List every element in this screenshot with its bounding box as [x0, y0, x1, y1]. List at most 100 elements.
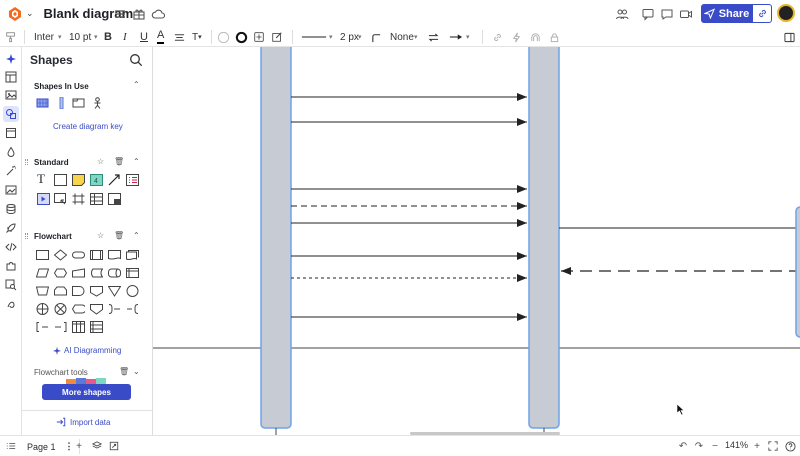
shape-sticky-note[interactable]	[72, 173, 85, 186]
data-link-icon[interactable]	[530, 27, 541, 47]
import-data-button[interactable]: Import data	[56, 417, 110, 427]
fill-drop-icon[interactable]	[3, 144, 19, 160]
integration-icon[interactable]	[3, 296, 19, 312]
connector-style-icon[interactable]	[371, 27, 382, 47]
lifeline-activation-right[interactable]	[528, 47, 560, 429]
page-list-icon[interactable]	[4, 439, 18, 453]
lightning-icon[interactable]	[511, 27, 522, 47]
zoom-out-icon[interactable]: −	[708, 439, 722, 453]
flow-delay[interactable]	[72, 284, 85, 296]
shape-hotspot[interactable]	[54, 192, 67, 205]
drag-handle-icon[interactable]	[25, 233, 28, 239]
swap-ends-icon[interactable]	[427, 27, 440, 47]
copy-link-button[interactable]	[752, 4, 772, 23]
shape-options-icon[interactable]	[253, 27, 265, 47]
shape-card-table[interactable]	[108, 192, 121, 205]
magic-wand-icon[interactable]	[3, 163, 19, 179]
cloud-saved-icon[interactable]	[150, 6, 166, 22]
zoom-in-icon[interactable]: +	[750, 439, 764, 453]
chevron-down-icon[interactable]: ⌄	[26, 8, 34, 19]
flow-direct-data[interactable]	[108, 266, 121, 278]
font-size-select[interactable]: 10 pt	[69, 27, 91, 47]
create-diagram-key-link[interactable]: Create diagram key	[53, 122, 123, 131]
expand-chevron-icon[interactable]: ⌄	[133, 367, 140, 376]
panel-toggle-icon[interactable]	[784, 27, 795, 47]
ai-diagramming-link[interactable]: AI Diagramming	[53, 346, 121, 355]
comment-icon[interactable]	[640, 6, 656, 22]
help-icon[interactable]	[783, 439, 797, 453]
diagram-canvas[interactable]	[153, 47, 800, 435]
lifeline-activation-left[interactable]	[260, 47, 292, 429]
share-button[interactable]: Share	[701, 4, 752, 23]
search-icon[interactable]	[129, 53, 143, 67]
plugin-icon[interactable]	[3, 258, 19, 274]
flow-or[interactable]	[36, 302, 49, 315]
flow-internal-storage[interactable]	[126, 266, 139, 278]
horizontal-scrollbar[interactable]	[410, 432, 560, 435]
collapse-chevron-icon[interactable]: ⌃	[133, 231, 140, 240]
text-align-icon[interactable]	[174, 27, 185, 47]
zoom-level[interactable]: 141%	[725, 440, 748, 450]
line-width-select[interactable]: 2 px	[340, 27, 359, 47]
flow-merge[interactable]	[107, 284, 122, 297]
flow-connector[interactable]	[126, 284, 139, 297]
redo-icon[interactable]: ↷	[692, 439, 706, 453]
flow-predefined-process[interactable]	[90, 248, 103, 260]
bold-button[interactable]: B	[104, 27, 112, 47]
shapes-icon[interactable]	[3, 106, 19, 122]
flow-annotation-right[interactable]	[108, 302, 121, 314]
flow-bracket-left[interactable]	[54, 320, 67, 332]
section-flowchart[interactable]: Flowchart	[34, 232, 72, 241]
shape-arrow-line[interactable]	[108, 173, 121, 186]
lifeline-offscreen[interactable]	[795, 206, 800, 338]
star-icon[interactable]: ☆	[97, 231, 104, 240]
lock-icon[interactable]	[549, 27, 560, 47]
flow-loop-limit[interactable]	[54, 284, 67, 296]
line-end-select[interactable]: ▾	[449, 27, 470, 47]
flow-preparation[interactable]	[53, 266, 68, 278]
flow-bracket[interactable]	[36, 320, 49, 332]
page-settings-icon[interactable]	[107, 439, 121, 453]
collapse-chevron-icon[interactable]: ⌃	[133, 80, 140, 89]
shape-text[interactable]: T	[37, 172, 50, 185]
section-standard[interactable]: Standard	[34, 158, 69, 167]
format-painter-icon[interactable]	[5, 27, 17, 47]
user-avatar[interactable]	[777, 4, 795, 22]
flow-multi-document[interactable]	[126, 248, 139, 261]
flow-swimlane-vertical[interactable]	[72, 320, 85, 333]
flow-summing-junction[interactable]	[54, 302, 67, 315]
line-style-select[interactable]: ▾	[301, 27, 333, 47]
templates-icon[interactable]	[3, 69, 19, 85]
section-shapes-in-use[interactable]: Shapes In Use	[34, 82, 89, 91]
add-page-icon[interactable]: +	[72, 439, 86, 453]
drag-handle-icon[interactable]	[25, 159, 28, 165]
line-color-button[interactable]	[235, 27, 248, 47]
shape-frame[interactable]	[72, 96, 85, 108]
picture-icon[interactable]	[3, 182, 19, 198]
flow-annotation-left[interactable]	[126, 302, 139, 314]
shape-table[interactable]	[90, 192, 103, 205]
flow-stored-data[interactable]	[90, 266, 104, 278]
video-call-icon[interactable]	[678, 6, 694, 22]
shape-list[interactable]	[126, 173, 139, 186]
trash-icon[interactable]: 🗑	[114, 157, 124, 166]
flow-manual-operation[interactable]	[35, 284, 50, 296]
page-tab[interactable]: Page 1 ⋮	[22, 439, 80, 454]
flow-manual-input[interactable]	[72, 266, 85, 278]
search-replace-icon[interactable]	[3, 277, 19, 293]
shape-button[interactable]	[37, 192, 50, 205]
flow-shield[interactable]	[90, 302, 103, 315]
style-icon[interactable]	[271, 27, 283, 47]
star-icon[interactable]: ☆	[97, 157, 104, 166]
gift-icon[interactable]	[131, 6, 147, 22]
ai-sparkle-icon[interactable]	[3, 51, 19, 67]
shape-rectangle[interactable]	[54, 173, 67, 186]
undo-icon[interactable]: ↶	[676, 439, 690, 453]
flow-document[interactable]	[108, 248, 121, 260]
shape-activation-bar[interactable]	[55, 96, 68, 110]
link-insert-icon[interactable]	[492, 27, 503, 47]
rocket-icon[interactable]	[3, 220, 19, 236]
flow-display[interactable]	[71, 302, 87, 314]
section-flowchart-tools[interactable]: Flowchart tools	[34, 368, 88, 377]
layers-icon[interactable]	[90, 439, 104, 453]
